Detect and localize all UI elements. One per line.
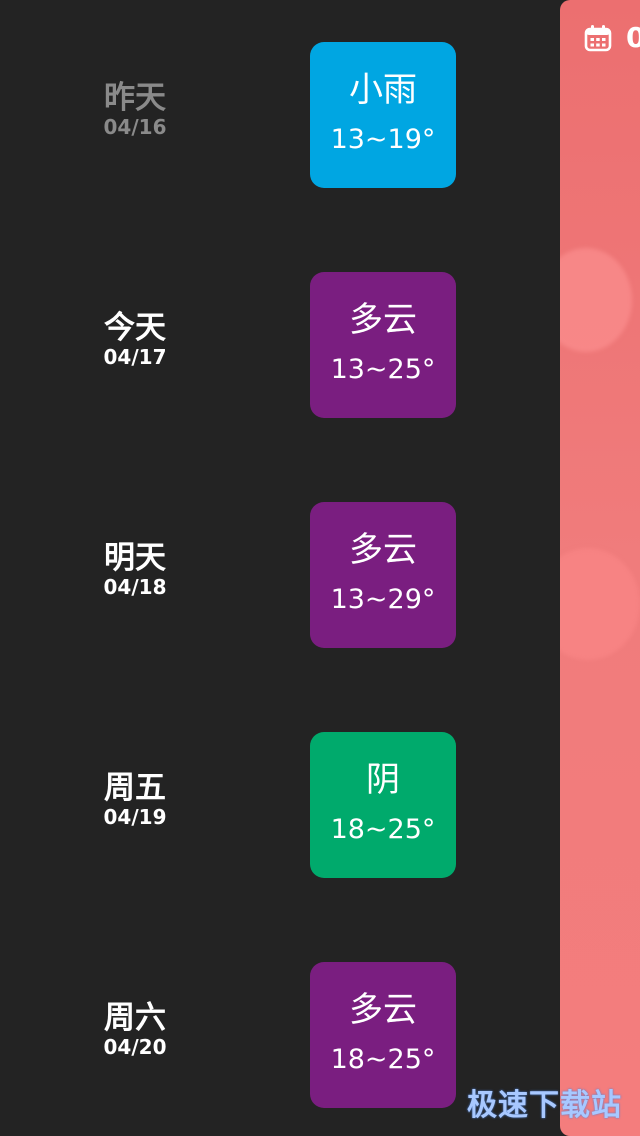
day-label: 今天 04/17 xyxy=(70,310,200,368)
day-date: 04/16 xyxy=(103,115,167,139)
weather-condition: 多云 xyxy=(349,530,417,570)
day-name: 明天 xyxy=(104,540,166,576)
day-label: 周五 04/19 xyxy=(70,770,200,828)
day-name: 周五 xyxy=(104,770,166,806)
temperature-range: 13~29° xyxy=(330,584,436,615)
weather-tile[interactable]: 小雨 13~19° xyxy=(310,42,456,188)
forecast-row-today: 今天 04/17 多云 13~25° xyxy=(0,272,560,418)
main-panel-edge[interactable]: 0 xyxy=(560,0,640,1136)
temperature-range: 13~25° xyxy=(330,354,436,385)
panel-date-text: 0 xyxy=(626,21,640,54)
forecast-row-yesterday: 昨天 04/16 小雨 13~19° xyxy=(0,42,560,188)
background-blob xyxy=(560,548,640,660)
day-label: 昨天 04/16 xyxy=(70,80,200,138)
weather-tile[interactable]: 多云 18~25° xyxy=(310,962,456,1108)
weather-condition: 多云 xyxy=(349,990,417,1030)
forecast-row-tomorrow: 明天 04/18 多云 13~29° xyxy=(0,502,560,648)
temperature-range: 13~19° xyxy=(330,124,436,155)
weather-condition: 阴 xyxy=(366,760,400,800)
temperature-range: 18~25° xyxy=(330,1044,436,1075)
calendar-icon[interactable] xyxy=(584,24,612,52)
day-name: 今天 xyxy=(104,310,166,346)
day-label: 明天 04/18 xyxy=(70,540,200,598)
weather-condition: 多云 xyxy=(349,300,417,340)
weather-screen: 昨天 04/16 小雨 13~19° 今天 04/17 多云 13~25° 明天… xyxy=(0,0,640,1136)
weather-tile[interactable]: 多云 13~29° xyxy=(310,502,456,648)
weather-tile[interactable]: 多云 13~25° xyxy=(310,272,456,418)
day-date: 04/17 xyxy=(103,345,167,369)
day-date: 04/18 xyxy=(103,575,167,599)
temperature-range: 18~25° xyxy=(330,814,436,845)
day-date: 04/19 xyxy=(103,805,167,829)
day-name: 周六 xyxy=(104,1000,166,1036)
weather-condition: 小雨 xyxy=(349,70,417,110)
forecast-row-friday: 周五 04/19 阴 18~25° xyxy=(0,732,560,878)
watermark: 极速下载站 xyxy=(467,1088,622,1123)
day-label: 周六 04/20 xyxy=(70,1000,200,1058)
background-blob xyxy=(560,248,632,352)
day-name: 昨天 xyxy=(104,80,166,116)
weather-tile[interactable]: 阴 18~25° xyxy=(310,732,456,878)
day-date: 04/20 xyxy=(103,1035,167,1059)
forecast-list: 昨天 04/16 小雨 13~19° 今天 04/17 多云 13~25° 明天… xyxy=(0,0,560,1136)
